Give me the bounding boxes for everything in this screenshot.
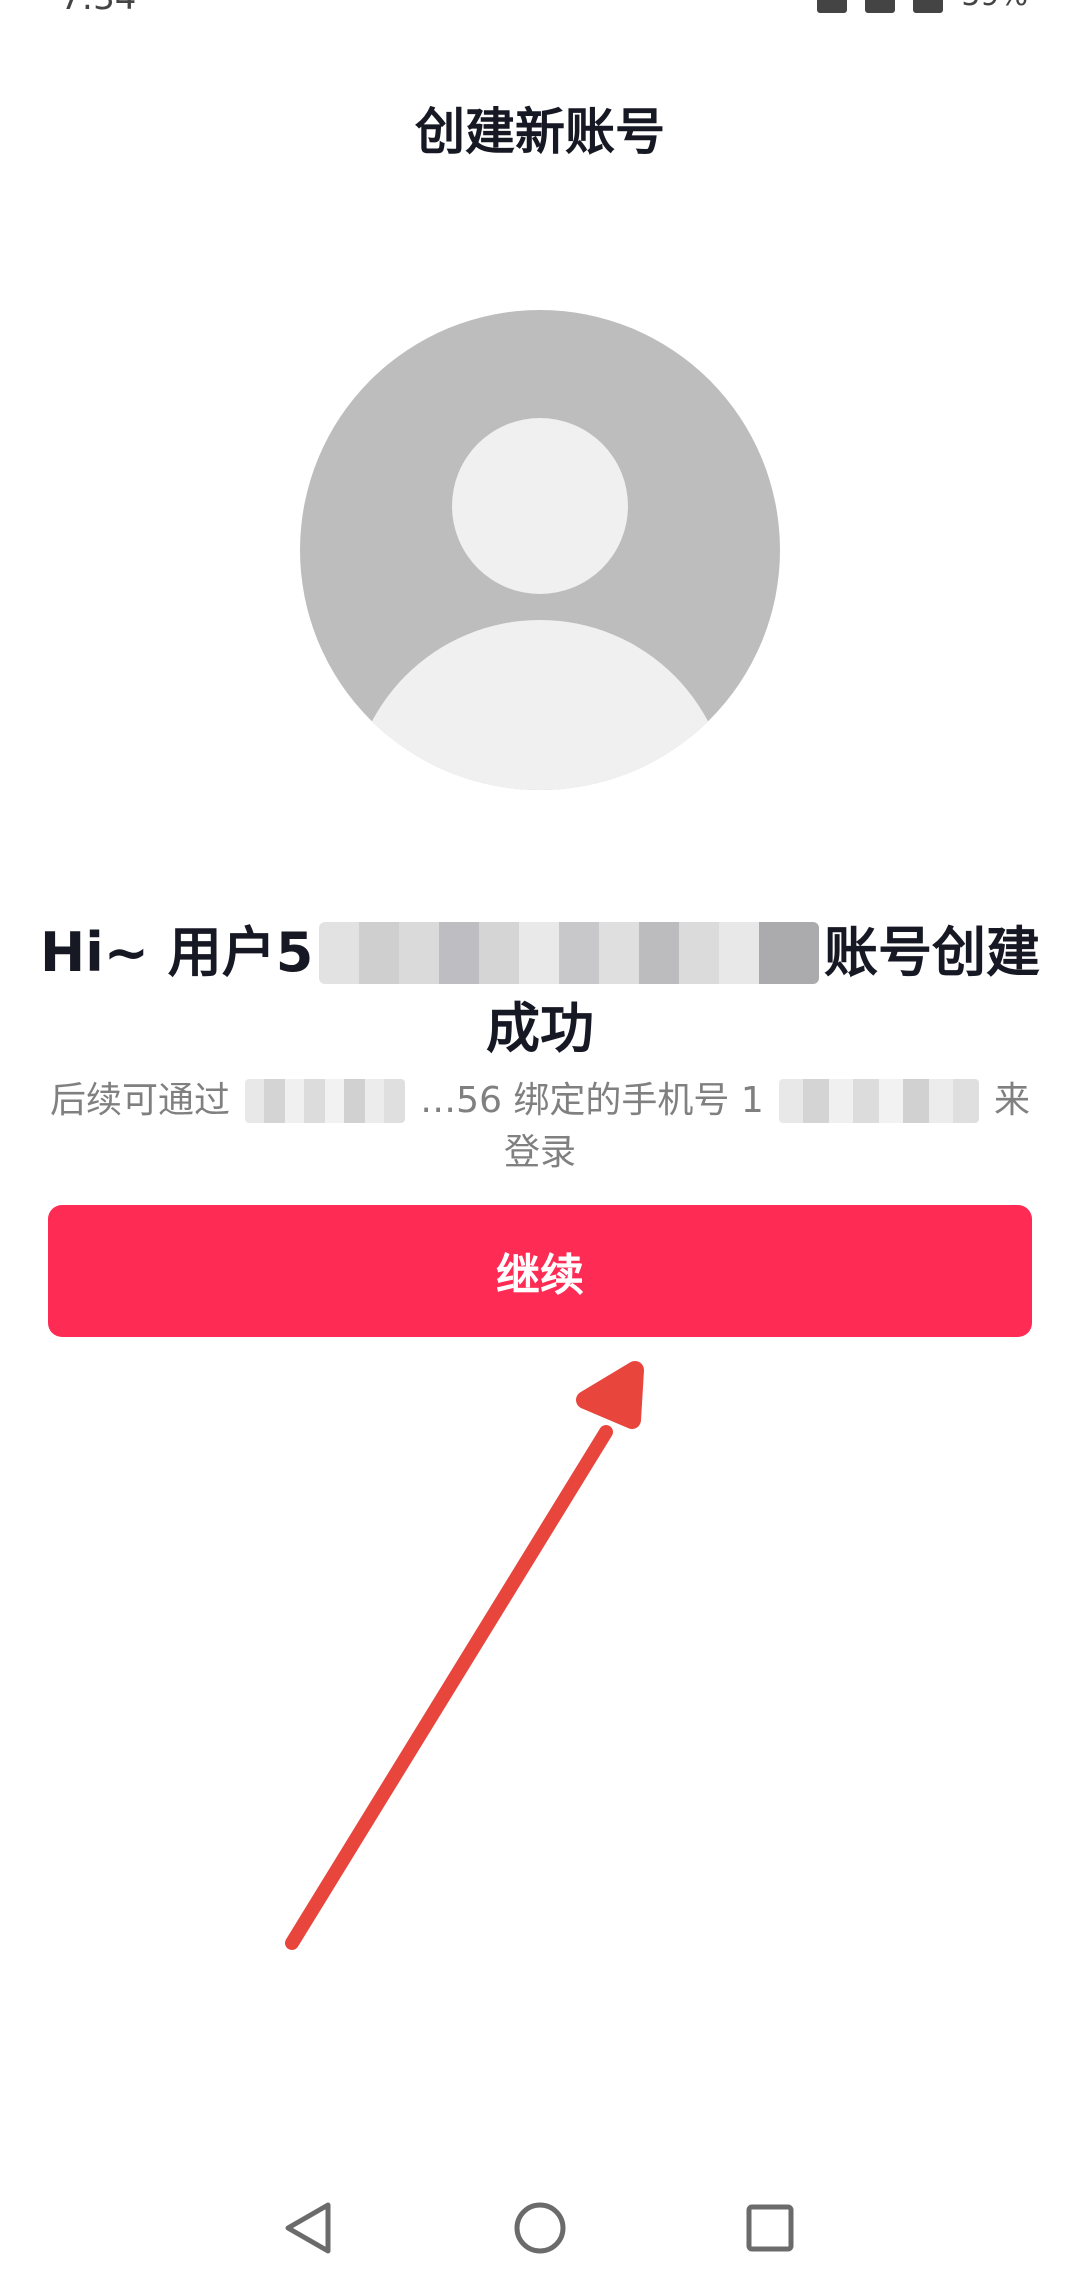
headline-prefix: Hi~ 用户5 bbox=[40, 921, 314, 984]
square-recents-icon[interactable] bbox=[740, 2198, 800, 2258]
headline-suffix: 账号创建 bbox=[823, 921, 1040, 984]
battery-icon bbox=[913, 0, 944, 13]
circle-home-icon[interactable] bbox=[510, 2198, 570, 2258]
status-bar: 7:34 59% bbox=[0, 0, 1080, 18]
masked-account bbox=[245, 1079, 406, 1123]
status-time: 7:34 bbox=[60, 0, 136, 18]
headline-line2: 成功 bbox=[486, 997, 594, 1060]
avatar-head bbox=[452, 418, 628, 594]
hint-line2: 登录 bbox=[503, 1132, 576, 1173]
hint-prefix: 后续可通过 bbox=[50, 1080, 231, 1121]
default-avatar-icon bbox=[300, 310, 780, 790]
status-icons: 59% bbox=[817, 0, 1028, 13]
masked-phone bbox=[778, 1079, 979, 1123]
triangle-back-icon[interactable] bbox=[278, 2198, 338, 2258]
hint-suffix: 来 bbox=[993, 1080, 1030, 1121]
wifi-icon bbox=[865, 0, 896, 13]
masked-username bbox=[318, 922, 819, 984]
page-title: 创建新账号 bbox=[415, 103, 665, 161]
avatar-body bbox=[350, 620, 730, 790]
hint-middle: …56 绑定的手机号 1 bbox=[420, 1080, 764, 1121]
login-hint: 后续可通过 …56 绑定的手机号 1 来 登录 bbox=[50, 1075, 1030, 1179]
signal-icon bbox=[817, 0, 848, 13]
battery-percent: 59% bbox=[961, 0, 1028, 13]
continue-button[interactable]: 继续 bbox=[48, 1205, 1032, 1337]
success-headline: Hi~ 用户5 账号创建 成功 bbox=[40, 915, 1040, 1067]
system-nav-bar bbox=[0, 2170, 1080, 2280]
